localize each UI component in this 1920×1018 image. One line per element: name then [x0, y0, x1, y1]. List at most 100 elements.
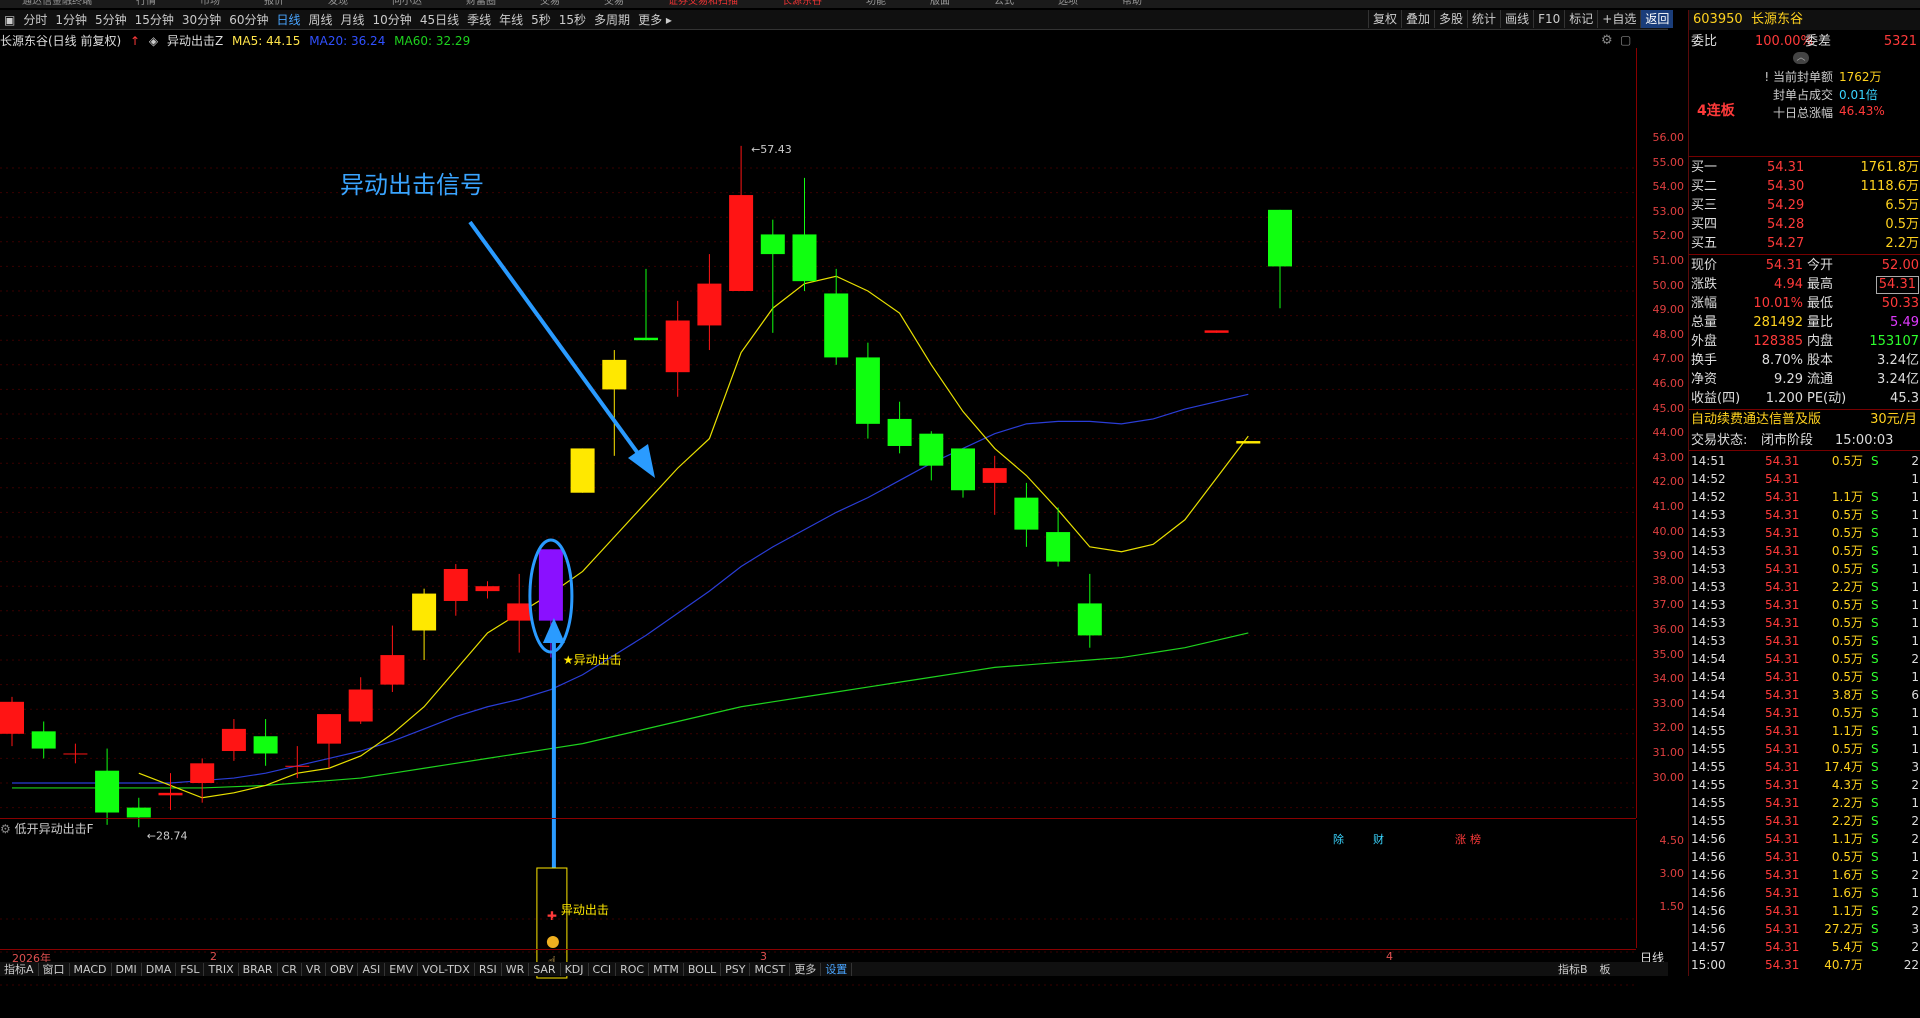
candle[interactable] — [824, 268, 849, 365]
indicator-tab[interactable]: 设置 — [821, 963, 853, 976]
candle[interactable] — [63, 743, 88, 764]
toolbar-button[interactable]: 标记 — [1564, 10, 1597, 28]
candle[interactable] — [285, 746, 310, 779]
tab-toggle-icon[interactable]: ▣ — [0, 10, 19, 30]
candle[interactable] — [0, 696, 24, 747]
period-tab[interactable]: 10分钟 — [369, 10, 416, 30]
indicator-tab[interactable]: 指标A — [0, 963, 39, 976]
candle[interactable] — [221, 719, 246, 761]
event-tag[interactable]: 除 — [1333, 832, 1344, 846]
candle[interactable] — [1204, 330, 1229, 333]
candle[interactable] — [443, 564, 468, 616]
candle[interactable] — [348, 677, 373, 724]
candle[interactable] — [475, 581, 500, 599]
menu-item[interactable]: 功能 — [866, 0, 886, 7]
toolbar-button[interactable]: 叠加 — [1401, 10, 1434, 28]
candle[interactable] — [158, 773, 183, 811]
window-min-icon[interactable]: ▢ — [1620, 33, 1631, 47]
period-tab[interactable]: 15秒 — [555, 10, 590, 30]
menu-item[interactable]: 通达信金融终端 — [22, 0, 92, 7]
candle[interactable] — [1236, 441, 1261, 444]
candle[interactable] — [951, 448, 975, 498]
menu-item[interactable]: 帮助 — [1122, 0, 1142, 7]
menu-item[interactable]: 市场 — [200, 0, 220, 7]
expand-toggle-icon[interactable]: ︿ — [1793, 52, 1809, 64]
event-tag[interactable]: 财 — [1373, 832, 1384, 846]
indicator-tab[interactable]: ASI — [358, 963, 386, 976]
candle[interactable] — [570, 448, 595, 493]
settings-gear-icon[interactable]: ⚙ — [1601, 33, 1613, 48]
menu-item[interactable]: 财富圈 — [466, 0, 496, 7]
toolbar-button[interactable]: 返回 — [1640, 10, 1674, 28]
indicator-name[interactable]: 异动出击Z — [167, 34, 223, 48]
indicator-tab[interactable]: MTM — [649, 963, 684, 976]
candle[interactable] — [919, 431, 944, 481]
event-tag[interactable]: 涨 — [1455, 833, 1466, 846]
menu-item[interactable]: 发现 — [328, 0, 348, 7]
candle[interactable] — [697, 254, 722, 351]
candle[interactable] — [887, 401, 912, 454]
period-tab[interactable]: 分时 — [19, 10, 51, 30]
period-tab[interactable]: 日线 — [272, 10, 304, 30]
event-tag[interactable]: 榜 — [1470, 832, 1481, 846]
indicator-tab[interactable]: DMI — [112, 963, 142, 976]
indicator-tab[interactable]: KDJ — [561, 963, 589, 976]
menu-item[interactable]: 长源东谷 — [782, 0, 822, 7]
menu-item[interactable]: 问小达 — [392, 0, 422, 7]
menu-item[interactable]: 行情 — [136, 0, 156, 7]
period-tab[interactable]: 周线 — [305, 10, 337, 30]
indicator-tab-right[interactable]: 指标B — [1552, 963, 1594, 977]
toolbar-button[interactable]: 统计 — [1467, 10, 1500, 28]
candle[interactable] — [253, 719, 278, 766]
candle[interactable] — [1014, 482, 1039, 547]
indicator-tab[interactable]: EMV — [385, 963, 419, 976]
indicator-tab[interactable]: VOL-TDX — [418, 963, 475, 976]
period-tab[interactable]: 季线 — [463, 10, 495, 30]
indicator-tab[interactable]: WR — [502, 963, 530, 976]
indicator-tab[interactable]: OBV — [326, 963, 359, 976]
candle[interactable] — [982, 455, 1007, 515]
indicator-tab[interactable]: BRAR — [239, 963, 278, 976]
indicator-tab[interactable]: BOLL — [684, 963, 722, 976]
menu-item[interactable]: 交易 — [540, 0, 560, 7]
toolbar-button[interactable]: 复权 — [1368, 10, 1401, 28]
indicator-tab[interactable]: TRIX — [204, 963, 239, 976]
indicator-tab[interactable]: 窗口 — [39, 963, 70, 976]
period-tab[interactable]: 年线 — [495, 10, 527, 30]
candle[interactable] — [31, 721, 56, 759]
menu-item[interactable]: 选项 — [1058, 0, 1078, 7]
candle[interactable] — [412, 588, 437, 660]
indicator-tab[interactable]: FSL — [176, 963, 205, 976]
candle[interactable] — [1268, 209, 1292, 309]
period-tab[interactable]: 15分钟 — [131, 10, 178, 30]
toolbar-button[interactable]: F10 — [1533, 10, 1564, 28]
toolbar-button[interactable]: +自选 — [1597, 10, 1640, 28]
candle[interactable] — [792, 177, 817, 291]
menu-item[interactable]: 交易 — [604, 0, 624, 7]
indicator-tab[interactable]: VR — [302, 963, 327, 976]
period-tab[interactable]: 1分钟 — [51, 10, 91, 30]
indicator-tab[interactable]: 更多 — [790, 963, 822, 976]
indicator-tab[interactable]: CCI — [589, 963, 617, 976]
candle[interactable] — [95, 748, 120, 825]
period-tab[interactable]: 更多 ▸ — [634, 10, 676, 30]
ad-text[interactable]: 自动续费通达信普及版 — [1691, 410, 1821, 429]
candle[interactable] — [665, 300, 690, 397]
indicator-tab[interactable]: RSI — [475, 963, 502, 976]
kline-chart[interactable]: ←57.43←28.74异动出击信号★异动出击除财涨榜异动出击✚☝ — [0, 48, 1636, 1018]
indicator-tab-right[interactable]: 板 — [1594, 963, 1617, 977]
period-tab[interactable]: 30分钟 — [178, 10, 225, 30]
candle[interactable] — [602, 350, 627, 456]
sub-gear-icon[interactable]: ⚙ — [0, 822, 11, 836]
ad-price[interactable]: 30元/月 — [1870, 410, 1917, 429]
indicator-toggle-icon[interactable]: ◈ — [149, 34, 158, 48]
indicator-tab[interactable]: DMA — [142, 963, 177, 976]
period-tab[interactable]: 月线 — [337, 10, 369, 30]
candle[interactable] — [634, 268, 658, 341]
menu-item[interactable]: 证券交易和扫描 — [668, 0, 738, 7]
menu-item[interactable]: 报价 — [264, 0, 284, 7]
period-tab[interactable]: 45日线 — [416, 10, 463, 30]
menu-item[interactable]: 公式 — [994, 0, 1014, 7]
indicator-tab[interactable]: MCST — [750, 963, 791, 976]
indicator-tab[interactable]: MACD — [70, 963, 112, 976]
